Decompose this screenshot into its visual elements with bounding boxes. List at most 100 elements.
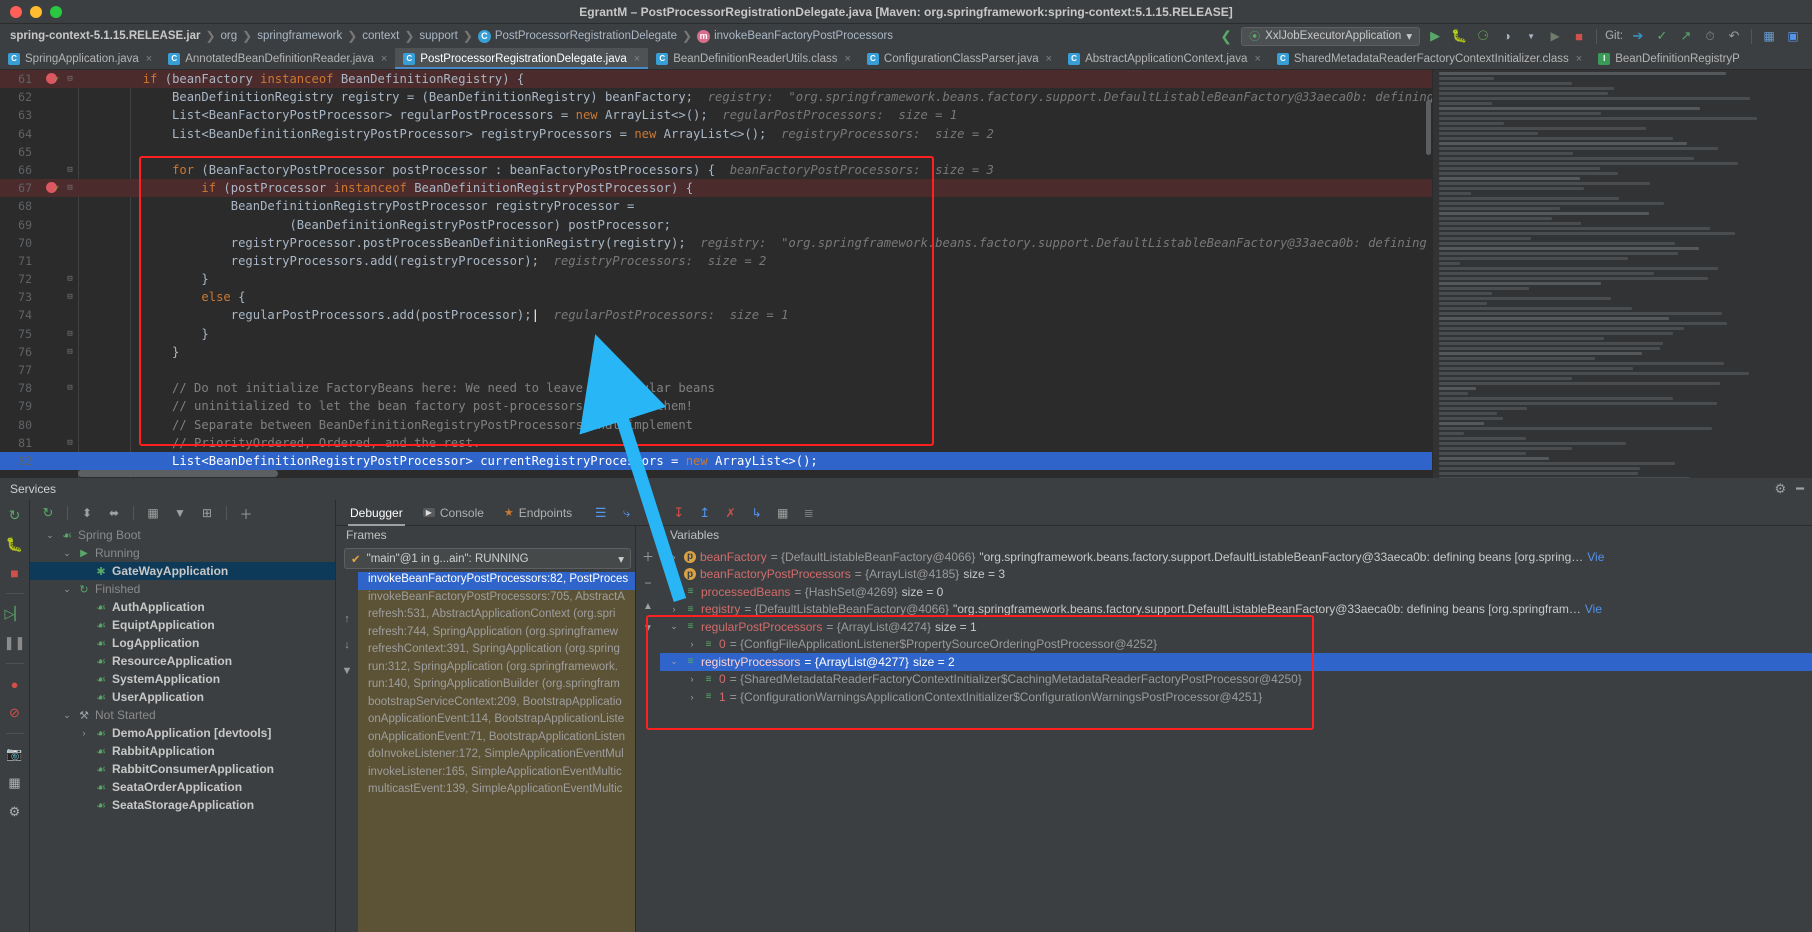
stack-frame-item[interactable]: invokeListener:165, SimpleApplicationEve… <box>358 765 635 783</box>
layout-icon[interactable]: ▣ <box>1784 27 1802 45</box>
thread-selector[interactable]: ✔ "main"@1 in g...ain": RUNNING ▾ <box>344 548 631 569</box>
stack-frame-item[interactable]: refreshContext:391, SpringApplication (o… <box>358 642 635 660</box>
close-icon[interactable]: × <box>146 53 152 65</box>
gutter-breakpoint-area[interactable]: ✓ <box>40 179 62 197</box>
fold-toggle-icon[interactable]: ⊟ <box>62 434 78 452</box>
view-text-link[interactable]: Vie <box>1587 550 1604 564</box>
fold-toggle-icon[interactable]: ⊟ <box>62 161 78 179</box>
commit-icon[interactable]: ✓ <box>1653 27 1671 45</box>
stack-frame-item[interactable]: invokeBeanFactoryPostProcessors:705, Abs… <box>358 590 635 608</box>
show-execution-point-icon[interactable]: ☰ <box>592 504 609 521</box>
fold-toggle-icon[interactable]: ⊟ <box>62 325 78 343</box>
close-icon[interactable]: × <box>1576 53 1582 65</box>
breadcrumb-item-6[interactable]: minvokeBeanFactoryPostProcessors <box>693 30 897 43</box>
editor-vertical-scrollbar[interactable] <box>1426 100 1431 155</box>
tree-twisty-icon[interactable]: ⌄ <box>61 548 73 559</box>
breadcrumb-item-2[interactable]: springframework <box>253 30 346 42</box>
tab-debugger[interactable]: Debugger <box>340 500 413 526</box>
watch-down-icon[interactable]: ▼ <box>643 623 653 634</box>
editor-horizontal-scrollbar[interactable] <box>78 470 278 477</box>
variable-expand-icon[interactable]: ⌄ <box>668 621 680 632</box>
service-tree-item[interactable]: ⌄▶Running <box>30 544 335 562</box>
breadcrumb-item-5[interactable]: CPostProcessorRegistrationDelegate <box>474 30 681 43</box>
tab-console[interactable]: ▶ Console <box>413 500 494 526</box>
rerun-icon[interactable]: ↻ <box>6 506 24 524</box>
variable-row[interactable]: ›≡1 = {ConfigurationWarningsApplicationC… <box>660 688 1812 706</box>
stack-frame-item[interactable]: onApplicationEvent:114, BootstrapApplica… <box>358 712 635 730</box>
breadcrumb-item-3[interactable]: context <box>358 30 403 42</box>
screenshot-icon[interactable]: 📷 <box>6 745 24 763</box>
tree-twisty-icon[interactable]: ⌄ <box>61 584 73 595</box>
service-tree-item[interactable]: ☙EquiptApplication <box>30 616 335 634</box>
search-everywhere-icon[interactable]: ▦ <box>1760 27 1778 45</box>
history-icon[interactable]: ⏱ <box>1701 27 1719 45</box>
fold-toggle-icon[interactable]: ⊟ <box>62 288 78 306</box>
rerun-button[interactable]: ▶ <box>1546 27 1564 45</box>
service-tree-item[interactable]: ✱GateWayApplication <box>30 562 335 580</box>
service-tree-item[interactable]: ☙SystemApplication <box>30 670 335 688</box>
stack-frame-item[interactable]: doInvokeListener:172, SimpleApplicationE… <box>358 747 635 765</box>
run-to-cursor-icon[interactable]: ↳ <box>748 504 765 521</box>
service-tree-item[interactable]: ☙SeataOrderApplication <box>30 778 335 796</box>
variable-row[interactable]: ›≡0 = {ConfigFileApplicationListener$Pro… <box>660 636 1812 654</box>
editor-tab-2[interactable]: CPostProcessorRegistrationDelegate.java× <box>395 48 648 69</box>
variable-expand-icon[interactable]: › <box>668 569 680 579</box>
service-tree-item[interactable]: ☙AuthApplication <box>30 598 335 616</box>
fold-toggle-icon[interactable]: ⊟ <box>62 179 78 197</box>
service-tree-item[interactable]: ⌄☙Spring Boot <box>30 526 335 544</box>
watch-up-icon[interactable]: ▲ <box>643 601 653 612</box>
variable-expand-icon[interactable]: › <box>686 692 698 702</box>
stop-icon[interactable]: ■ <box>6 564 24 582</box>
collapse-all-icon[interactable]: ⬌ <box>106 505 122 521</box>
debugger-settings-icon[interactable]: ≣ <box>800 504 817 521</box>
chevron-down-icon[interactable]: ▾ <box>1406 29 1412 43</box>
frames-list[interactable]: invokeBeanFactoryPostProcessors:82, Post… <box>358 572 635 932</box>
step-over-icon[interactable]: ⤷ <box>618 504 635 521</box>
tab-endpoints[interactable]: ★ Endpoints <box>494 500 582 526</box>
service-tree-item[interactable]: ☙LogApplication <box>30 634 335 652</box>
variable-row[interactable]: ⌄≡regularPostProcessors = {ArrayList@427… <box>660 618 1812 636</box>
layout-icon[interactable]: ▦ <box>6 774 24 792</box>
fold-toggle-icon[interactable]: ⊟ <box>62 70 78 88</box>
drop-frame-icon[interactable]: ✗ <box>722 504 739 521</box>
editor-tab-0[interactable]: CSpringApplication.java× <box>0 48 160 69</box>
filter-icon[interactable]: ▼ <box>172 505 188 521</box>
variable-expand-icon[interactable]: › <box>686 639 698 649</box>
stack-frame-item[interactable]: multicastEvent:139, SimpleApplicationEve… <box>358 782 635 800</box>
push-icon[interactable]: ↗ <box>1677 27 1695 45</box>
variable-expand-icon[interactable]: › <box>686 674 698 684</box>
close-icon[interactable]: × <box>1046 53 1052 65</box>
frame-down-icon[interactable]: ↓ <box>340 638 354 652</box>
variable-row[interactable]: ⌄≡registryProcessors = {ArrayList@4277} … <box>660 653 1812 671</box>
view-text-link[interactable]: Vie <box>1585 602 1602 616</box>
variable-expand-icon[interactable]: ⌄ <box>668 656 680 667</box>
tree-twisty-icon[interactable]: › <box>78 728 90 738</box>
services-tree[interactable]: ⌄☙Spring Boot⌄▶Running✱GateWayApplicatio… <box>30 526 335 932</box>
settings-icon[interactable]: ⚙ <box>6 803 24 821</box>
update-project-icon[interactable]: ➔ <box>1629 27 1647 45</box>
variable-row[interactable]: ›pbeanFactory = {DefaultListableBeanFact… <box>660 548 1812 566</box>
variable-row[interactable]: ›≡0 = {SharedMetadataReaderFactoryContex… <box>660 671 1812 689</box>
editor-tab-3[interactable]: CBeanDefinitionReaderUtils.class× <box>648 48 859 69</box>
close-icon[interactable]: × <box>1254 53 1260 65</box>
editor-tab-1[interactable]: CAnnotatedBeanDefinitionReader.java× <box>160 48 395 69</box>
run-with-coverage-button[interactable]: ⚆ <box>1474 27 1492 45</box>
stack-frame-item[interactable]: refresh:744, SpringApplication (org.spri… <box>358 625 635 643</box>
editor-minimap[interactable] <box>1432 70 1812 478</box>
stack-frame-item[interactable]: invokeBeanFactoryPostProcessors:82, Post… <box>358 572 635 590</box>
editor-tab-7[interactable]: IBeanDefinitionRegistryP <box>1590 48 1748 69</box>
variable-expand-icon[interactable]: › <box>668 604 680 614</box>
gutter-breakpoint-area[interactable]: ✓ <box>40 70 62 88</box>
profile-dropdown-icon[interactable]: ▼ <box>1522 27 1540 45</box>
service-tree-item[interactable]: ›☙DemoApplication [devtools] <box>30 724 335 742</box>
tree-twisty-icon[interactable]: ⌄ <box>61 710 73 721</box>
back-navigation-icon[interactable]: ❮ <box>1217 27 1235 45</box>
force-step-into-icon[interactable]: ↧ <box>670 504 687 521</box>
stack-frame-item[interactable]: bootstrapServiceContext:209, BootstrapAp… <box>358 695 635 713</box>
stack-frame-item[interactable]: refresh:531, AbstractApplicationContext … <box>358 607 635 625</box>
variable-row[interactable]: ›pbeanFactoryPostProcessors = {ArrayList… <box>660 566 1812 584</box>
step-out-icon[interactable]: ↥ <box>696 504 713 521</box>
stop-button[interactable]: ■ <box>1570 27 1588 45</box>
remove-watch-icon[interactable]: − <box>644 576 651 590</box>
run-button[interactable]: ▶ <box>1426 27 1444 45</box>
